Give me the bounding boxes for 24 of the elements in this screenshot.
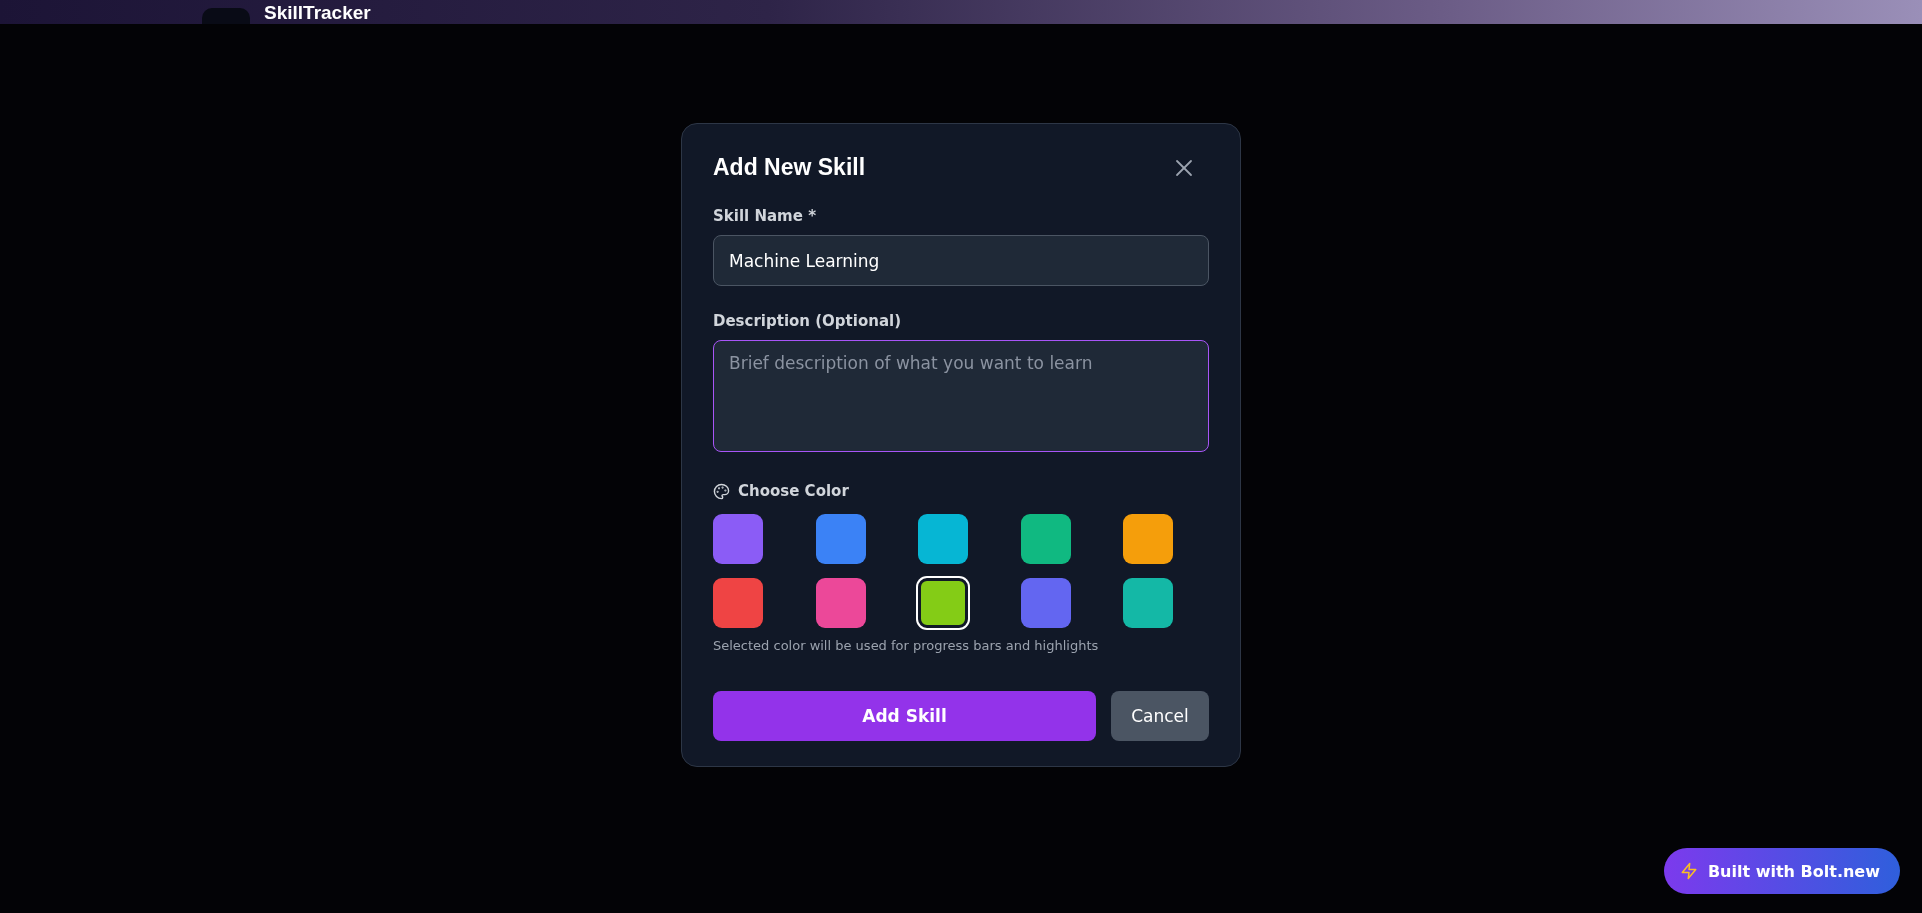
logo-icon (202, 8, 250, 24)
lightning-icon (1679, 862, 1698, 880)
dialog-title: Add New Skill (713, 154, 866, 181)
description-field[interactable]: Brief description of what you want to learn (713, 340, 1209, 452)
color-swatch[interactable] (1020, 514, 1071, 564)
add-skill-button[interactable]: Add Skill (713, 691, 1096, 741)
color-swatch[interactable] (713, 578, 763, 628)
palette-icon (713, 482, 730, 500)
cancel-button[interactable]: Cancel (1111, 691, 1209, 741)
color-swatch[interactable] (918, 578, 968, 628)
color-swatch[interactable] (1020, 578, 1071, 628)
field-label: Description (Optional) (713, 312, 902, 330)
color-swatch[interactable] (815, 578, 866, 628)
field-label: Skill Name * (713, 207, 817, 225)
color-swatch[interactable] (918, 514, 968, 564)
color-hint: Selected color will be used for progress bars and highlights (713, 638, 1100, 653)
choose-color-label: Choose Color (738, 482, 849, 500)
skill-name-field[interactable]: Machine Learning (713, 235, 1209, 286)
app-title: SkillTracker (264, 2, 371, 24)
bolt-badge[interactable]: Built with Bolt.new (1663, 848, 1900, 894)
color-swatch[interactable] (1123, 578, 1173, 628)
color-swatch[interactable] (815, 514, 866, 564)
color-swatch[interactable] (713, 514, 763, 564)
color-swatch[interactable] (1123, 514, 1173, 564)
